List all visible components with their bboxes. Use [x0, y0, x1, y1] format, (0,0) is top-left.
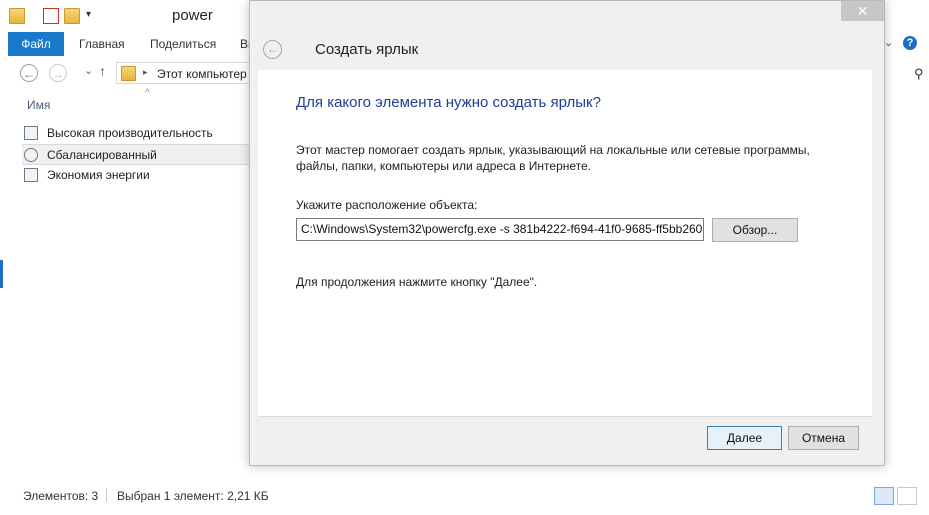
file-name: Экономия энергии	[47, 168, 150, 182]
browse-button[interactable]: Обзор...	[712, 218, 798, 242]
properties-icon[interactable]	[43, 8, 59, 24]
column-header-name[interactable]: Имя	[27, 98, 50, 112]
tab-file[interactable]: Файл	[8, 32, 64, 56]
new-folder-icon[interactable]	[64, 8, 80, 24]
breadcrumb-chevron-icon[interactable]: ▸	[143, 67, 148, 78]
details-view-icon[interactable]	[874, 487, 894, 505]
dialog-title: Создать ярлык	[315, 41, 419, 58]
recent-locations-icon[interactable]: ⌄	[84, 64, 93, 77]
shortcut-icon	[24, 126, 38, 140]
search-icon[interactable]: ⚲	[914, 66, 924, 82]
sort-ascending-icon: ^	[145, 88, 150, 99]
list-item[interactable]: Экономия энергии	[22, 165, 250, 185]
wizard-description: Этот мастер помогает создать ярлык, указ…	[296, 143, 810, 173]
up-icon[interactable]: ↑	[99, 63, 106, 79]
location-input[interactable]: C:\Windows\System32\powercfg.exe -s 381b…	[296, 218, 704, 241]
status-selection: Выбран 1 элемент: 2,21 КБ	[117, 489, 269, 503]
power-plan-icon	[24, 148, 38, 162]
tab-home[interactable]: Главная	[79, 32, 125, 56]
file-name: Сбалансированный	[47, 148, 157, 162]
help-icon[interactable]: ?	[903, 36, 917, 50]
status-divider	[106, 488, 107, 502]
next-button[interactable]: Далее	[707, 426, 782, 450]
file-name: Высокая производительность	[47, 126, 213, 140]
wizard-heading: Для какого элемента нужно создать ярлык?	[296, 94, 601, 111]
list-item[interactable]: Высокая производительность	[22, 123, 250, 143]
quick-access-dropdown-icon[interactable]: ▾	[86, 9, 91, 20]
status-item-count: Элементов: 3	[23, 489, 99, 503]
cancel-button[interactable]: Отмена	[788, 426, 859, 450]
breadcrumb[interactable]: Этот компьютер	[157, 67, 247, 81]
shortcut-icon	[24, 168, 38, 182]
folder-icon	[9, 8, 25, 24]
window-title: power	[172, 7, 213, 24]
tab-share[interactable]: Поделиться	[150, 32, 216, 56]
large-icons-view-icon[interactable]	[897, 487, 917, 505]
wizard-hint: Для продолжения нажмите кнопку "Далее".	[296, 275, 538, 289]
forward-icon[interactable]: →	[49, 64, 67, 82]
list-item-selected[interactable]: Сбалансированный	[22, 144, 250, 165]
wizard-content-panel	[258, 70, 872, 417]
location-label: Укажите расположение объекта:	[296, 198, 478, 212]
wizard-back-icon[interactable]: ←	[263, 40, 282, 59]
back-icon[interactable]: ←	[20, 64, 38, 82]
taskbar-edge	[0, 260, 3, 288]
close-icon[interactable]: ✕	[841, 1, 884, 21]
address-folder-icon	[121, 66, 136, 81]
ribbon-expand-icon[interactable]: ⌄	[884, 36, 893, 49]
